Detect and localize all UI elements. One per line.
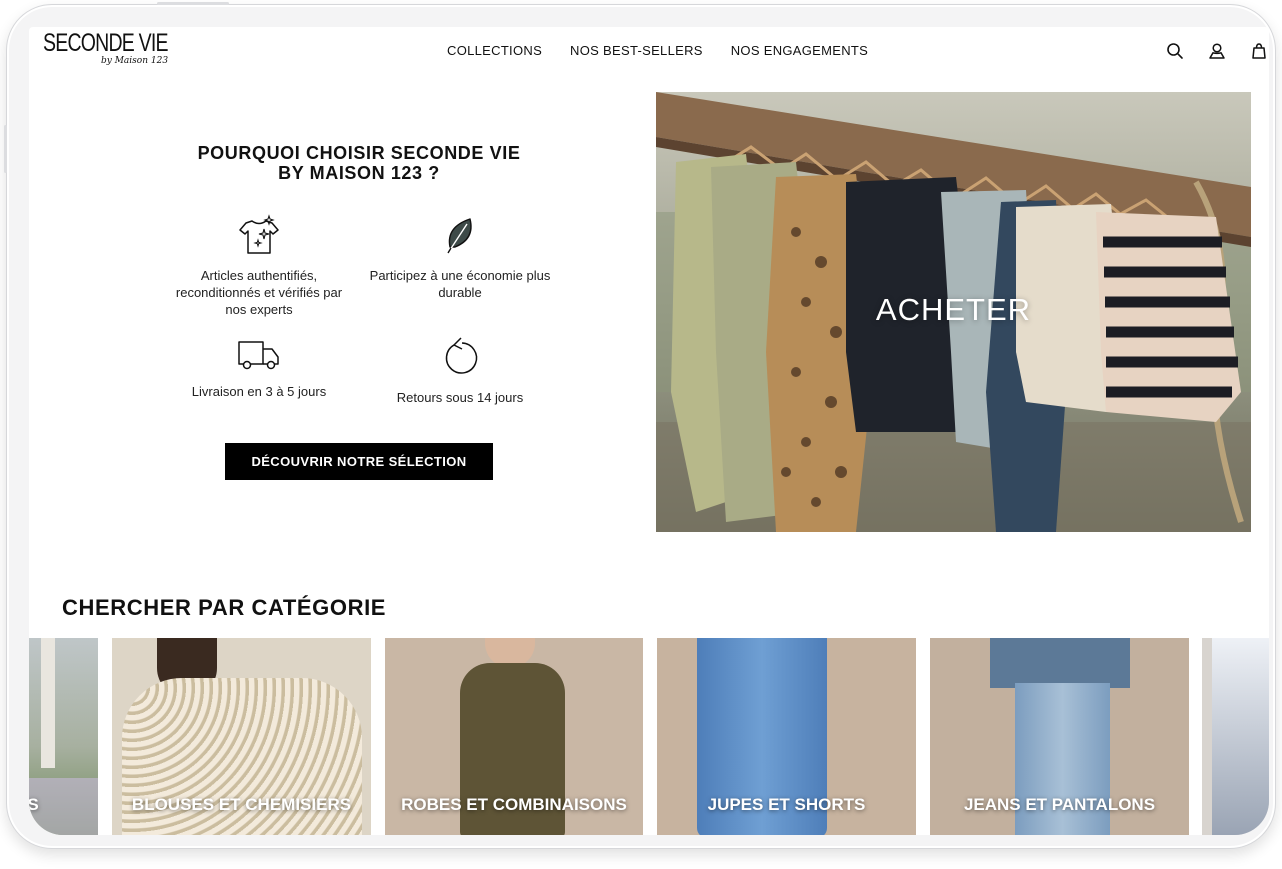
feature-delivery-label: Livraison en 3 à 5 jours bbox=[191, 384, 327, 399]
feature-sustainable-label: Participez à une économie plus durable bbox=[369, 268, 551, 300]
hero-shop-banner[interactable]: ACHETER bbox=[656, 92, 1251, 532]
leaf-icon bbox=[447, 218, 472, 254]
nav-item-collections[interactable]: COLLECTIONS bbox=[447, 43, 542, 58]
hero-label: ACHETER bbox=[875, 292, 1032, 327]
delivery-truck-icon bbox=[238, 341, 279, 370]
category-image-detail bbox=[1212, 638, 1269, 835]
category-card-next[interactable] bbox=[1202, 638, 1269, 835]
category-label: TS bbox=[29, 795, 39, 814]
site-header: SECONDE VIE by Maison 123 COLLECTIONS NO… bbox=[29, 27, 1269, 79]
category-card-jeans[interactable]: JEANS ET PANTALONS bbox=[930, 638, 1189, 835]
tablet-frame: SECONDE VIE by Maison 123 COLLECTIONS NO… bbox=[4, 2, 1276, 849]
category-card-skirts[interactable]: JUPES ET SHORTS bbox=[657, 638, 916, 835]
feature-delivery: Livraison en 3 à 5 jours bbox=[164, 337, 354, 400]
logo-text: SECONDE VIE bbox=[43, 29, 168, 57]
browser-viewport: SECONDE VIE by Maison 123 COLLECTIONS NO… bbox=[29, 27, 1269, 835]
return-arrow-icon bbox=[445, 337, 478, 374]
category-section-title: CHERCHER PAR CATÉGORIE bbox=[62, 595, 387, 620]
account-icon[interactable] bbox=[1207, 41, 1227, 61]
feature-sustainable: Participez à une économie plus durable bbox=[365, 213, 555, 301]
category-image-detail bbox=[41, 638, 55, 768]
category-image-detail bbox=[990, 638, 1130, 688]
device-top-button bbox=[157, 2, 229, 5]
feature-authentic-label: Articles authentifiés, reconditionnés et… bbox=[175, 268, 343, 317]
device-side-button bbox=[4, 125, 7, 173]
category-card-dresses[interactable]: ROBES ET COMBINAISONS bbox=[385, 638, 643, 835]
main-nav: COLLECTIONS NOS BEST-SELLERS NOS ENGAGEM… bbox=[447, 43, 868, 58]
feature-returns: Retours sous 14 jours bbox=[365, 337, 555, 406]
feature-authentic: Articles authentifiés, reconditionnés et… bbox=[164, 213, 354, 318]
why-title: POURQUOI CHOISIR SECONDE VIE BY MAISON 1… bbox=[197, 143, 521, 183]
cart-icon[interactable] bbox=[1249, 41, 1269, 61]
search-icon[interactable] bbox=[1165, 41, 1185, 61]
nav-item-best-sellers[interactable]: NOS BEST-SELLERS bbox=[570, 43, 703, 58]
logo-subtext: by Maison 123 bbox=[101, 56, 169, 66]
discover-selection-button[interactable]: DÉCOUVRIR NOTRE SÉLECTION bbox=[225, 443, 493, 480]
category-card-shirts[interactable]: TS bbox=[29, 638, 98, 835]
sparkle-shirt-icon bbox=[239, 214, 279, 254]
nav-item-engagements[interactable]: NOS ENGAGEMENTS bbox=[731, 43, 868, 58]
site-logo[interactable]: SECONDE VIE by Maison 123 bbox=[43, 29, 173, 73]
feature-returns-label: Retours sous 14 jours bbox=[396, 390, 524, 405]
category-card-blouses[interactable]: BLOUSES ET CHEMISIERS bbox=[112, 638, 371, 835]
header-actions bbox=[1165, 41, 1269, 61]
category-label: BLOUSES ET CHEMISIERS bbox=[131, 795, 352, 814]
category-label: JUPES ET SHORTS bbox=[707, 795, 866, 814]
category-label: JEANS ET PANTALONS bbox=[963, 795, 1156, 814]
category-label: ROBES ET COMBINAISONS bbox=[401, 795, 627, 814]
